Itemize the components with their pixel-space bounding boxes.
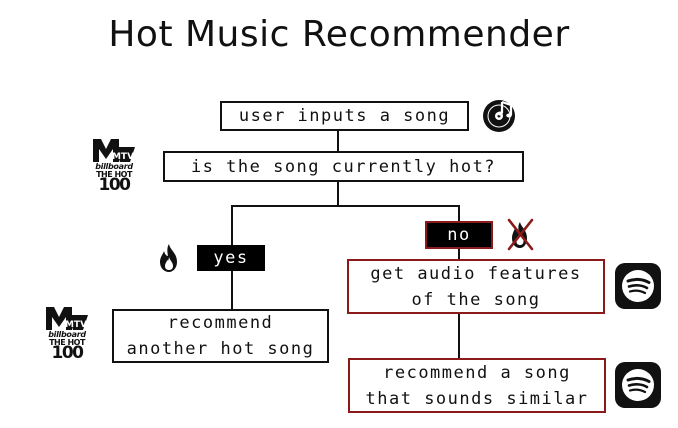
connector-branch-horizontal (231, 205, 460, 207)
connector-features-similar (458, 312, 460, 360)
billboard-100: 100 (51, 343, 85, 363)
mtv-billboard-logo-bottom: MTV billboard THE HOT 100 (43, 305, 91, 362)
mtv-billboard-logo-top: MTV billboard THE HOT 100 (90, 137, 138, 194)
svg-text:MTV: MTV (65, 320, 87, 330)
flame-icon (155, 243, 183, 273)
connector-question-branch (337, 180, 339, 206)
spotify-icon (615, 362, 661, 408)
diagram-title: Hot Music Recommender (108, 14, 570, 55)
crossed-flame-icon (504, 217, 536, 251)
spotify-icon (615, 263, 661, 309)
node-recommend-hot-song: recommend another hot song (112, 309, 329, 363)
mtv-logo-icon: MTV (93, 139, 135, 162)
connector-input-question (337, 129, 339, 153)
node-recommend-similar: recommend a song that sounds similar (348, 358, 606, 413)
mtv-logo-icon: MTV (46, 307, 88, 330)
node-is-song-hot: is the song currently hot? (163, 151, 524, 182)
music-note-record-icon (482, 99, 516, 133)
node-no-label: no (425, 221, 493, 249)
billboard-100: 100 (98, 175, 132, 195)
svg-text:MTV: MTV (112, 152, 134, 162)
node-get-audio-features: get audio features of the song (347, 259, 605, 314)
node-yes-label: yes (197, 245, 265, 271)
node-user-input: user inputs a song (220, 101, 469, 131)
